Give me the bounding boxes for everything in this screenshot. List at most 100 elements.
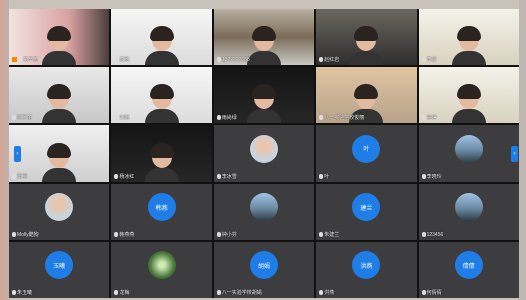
microphone-icon	[18, 57, 22, 63]
participant-name: 123456	[421, 231, 444, 238]
participant-name: 钟峥	[421, 115, 437, 122]
participant-name-label: 李思	[426, 57, 437, 64]
participant-name-label: 朱建兰	[324, 231, 340, 238]
participant-name-label: 朱玉曦	[17, 290, 33, 296]
participant-name: 雨尚绿	[216, 115, 237, 122]
participant-tile[interactable]: 倩倩 何倩倩	[418, 241, 519, 298]
microphone-icon	[12, 115, 16, 121]
microphone-icon	[114, 290, 119, 295]
participant-tile[interactable]: 胡娟 八一实验学校胡娟	[213, 241, 315, 298]
participant-avatar	[249, 193, 278, 222]
participant-figure	[144, 84, 179, 124]
participant-name-label: 雨尚绿	[221, 115, 237, 122]
participant-name-label: 钟小芬	[221, 231, 237, 238]
participant-tile[interactable]: 花辛苦	[9, 9, 110, 66]
participant-name-label: 钟峥	[426, 115, 437, 122]
participant-name-label: 陈宇丽	[17, 115, 33, 122]
microphone-icon	[114, 231, 119, 237]
participant-name: 钟小芬	[216, 231, 237, 238]
participant-tile[interactable]: 刘娟	[111, 67, 212, 124]
participant-tile[interactable]: 杨冰红	[111, 125, 212, 182]
screen-bezel-right	[519, 0, 526, 300]
participant-name-label: 何倩倩	[426, 290, 442, 296]
participant-tile[interactable]: 赵红岩	[316, 9, 417, 66]
participant-name-label: 李晓玲	[426, 173, 442, 180]
avatar-initials: 建兰	[360, 205, 373, 212]
participant-tile[interactable]: 韩燕韩燕燕	[111, 183, 212, 240]
participant-name: 朱建兰	[319, 231, 340, 238]
participant-tile[interactable]: 洪燕 洪燕	[316, 241, 417, 298]
avatar-initials: 叶	[363, 147, 370, 154]
participant-tile[interactable]: 李晓玲	[418, 125, 519, 182]
participant-figure	[42, 84, 77, 124]
chevron-right-icon: ›	[513, 151, 516, 157]
participant-name: 八一实验学校俊丽	[319, 115, 364, 121]
participant-name: 叶	[319, 173, 329, 180]
participant-tile[interactable]: 李思	[418, 9, 519, 66]
participant-figure	[451, 26, 486, 66]
participant-tile[interactable]: 13?????688	[213, 9, 315, 66]
participant-name: 陈宇丽	[12, 115, 32, 121]
microphone-icon	[319, 231, 324, 237]
microphone-icon	[114, 57, 119, 63]
participant-figure	[144, 142, 179, 182]
participant-name: 阳明	[12, 173, 27, 180]
participant-name-label: 李冰雪	[221, 173, 237, 180]
participant-tile[interactable]: 龙梅	[111, 241, 212, 298]
participant-tile[interactable]: Molly酷狗	[9, 183, 110, 240]
participant-avatar: 韩燕	[147, 193, 176, 222]
avatar-initials: 韩燕	[155, 205, 168, 212]
participant-tile[interactable]: 雨尚绿	[213, 67, 315, 124]
microphone-icon	[421, 231, 426, 237]
participant-tile[interactable]: 玉曦朱玉曦	[9, 241, 110, 298]
participant-avatar: 玉曦	[45, 251, 74, 280]
microphone-icon	[216, 115, 221, 121]
screen-bezel-left	[0, 0, 9, 300]
participant-name: 唐雅	[114, 57, 129, 63]
avatar-initials: 胡娟	[257, 263, 270, 270]
participant-name-label: 龙梅	[119, 290, 130, 296]
participant-figure	[42, 142, 77, 182]
microphone-icon	[114, 173, 119, 179]
participant-name-label: 洪燕	[324, 290, 335, 296]
microphone-icon	[421, 173, 426, 179]
participant-avatar	[45, 193, 74, 222]
participant-tile[interactable]: 阳明	[9, 125, 110, 182]
participant-tile[interactable]: 123456	[418, 183, 519, 240]
participant-name: 龙梅	[114, 290, 129, 296]
participant-name-label: Molly酷狗	[17, 231, 39, 238]
avatar-initials: 洪燕	[360, 263, 373, 270]
participant-avatar	[147, 251, 176, 280]
participant-tile[interactable]: 唐雅	[111, 9, 212, 66]
participant-name: 花辛苦	[12, 57, 38, 63]
participant-tile[interactable]: 八一实验学校俊丽	[316, 67, 417, 124]
microphone-icon	[12, 173, 16, 179]
participant-name: 赵红岩	[319, 57, 339, 63]
participant-tile[interactable]: 钟小芬	[213, 183, 315, 240]
participant-name: 刘娟	[114, 115, 129, 121]
participant-name-label: 八一实验学校俊丽	[324, 115, 365, 122]
participant-tile[interactable]: 李冰雪	[213, 125, 315, 182]
participant-avatar: 叶	[352, 134, 381, 163]
participant-tile[interactable]: 建兰朱建兰	[316, 183, 417, 240]
participant-name: 朱玉曦	[12, 290, 32, 296]
host-badge-icon	[12, 57, 17, 63]
previous-page-button[interactable]: ‹	[14, 146, 21, 162]
participant-grid: 花辛苦 唐雅 13?????688 赵红岩 李思陈宇丽 刘娟 雨尚绿 八一实验学校俊丽 钟峥阳明…	[9, 9, 519, 298]
participant-name-label: 13?????688	[221, 57, 250, 64]
microphone-icon	[319, 57, 324, 63]
participant-name-label: 杨冰红	[119, 173, 135, 180]
microphone-icon	[319, 173, 324, 179]
participant-tile[interactable]: 陈宇丽	[9, 67, 110, 124]
participant-name-label: 123456	[426, 231, 444, 238]
avatar-initials: 玉曦	[53, 263, 66, 270]
participant-name: 李思	[421, 57, 437, 64]
participant-avatar	[454, 134, 483, 163]
participant-tile[interactable]: 钟峥	[418, 67, 519, 124]
microphone-icon	[421, 290, 426, 295]
next-page-button[interactable]: ›	[511, 146, 518, 162]
microphone-icon	[421, 57, 426, 63]
participant-name: 韩燕燕	[114, 231, 134, 238]
microphone-icon	[12, 290, 16, 295]
participant-tile[interactable]: 叶叶	[316, 125, 417, 182]
